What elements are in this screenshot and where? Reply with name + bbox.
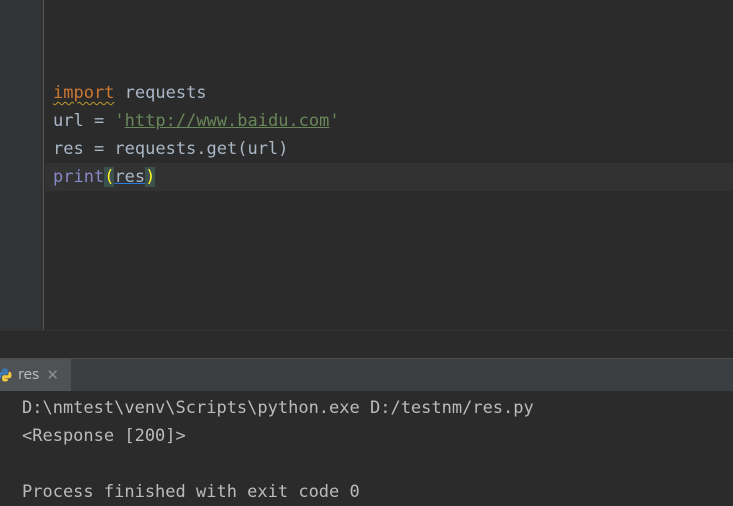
url-link[interactable]: http://www.baidu.com [125, 111, 330, 131]
paren-close: ) [145, 167, 156, 187]
code-editor[interactable]: import requests url = 'http://www.baidu.… [0, 0, 733, 330]
run-console-output[interactable]: D:\nmtest\venv\Scripts\python.exe D:/tes… [0, 391, 733, 502]
code-line-2[interactable]: url = 'http://www.baidu.com' [45, 107, 733, 135]
run-tab-label: res [18, 367, 40, 383]
console-line-exit: Process finished with exit code 0 [22, 482, 360, 502]
editor-gutter [0, 0, 44, 330]
paren-open: ( [104, 167, 115, 187]
keyword-import: import [53, 83, 115, 103]
run-tool-window-header: res ✕ [0, 358, 733, 391]
assignment-url: url = [53, 111, 115, 131]
panel-splitter[interactable] [0, 330, 733, 358]
string-quote-open: ' [114, 111, 125, 131]
python-icon [0, 368, 12, 382]
console-line-output: <Response [200]> [22, 426, 186, 446]
code-line-3[interactable]: res = requests.get(url) [45, 135, 733, 163]
arg-res: res [114, 167, 146, 187]
string-quote-close: ' [329, 111, 340, 131]
run-tab-res[interactable]: res ✕ [0, 359, 71, 391]
console-line-command: D:\nmtest\venv\Scripts\python.exe D:/tes… [22, 398, 534, 418]
code-line-4[interactable]: print(res) [45, 163, 733, 191]
close-icon[interactable]: ✕ [46, 366, 59, 384]
requests-get-call: res = requests.get(url) [53, 139, 289, 159]
module-name: requests [114, 83, 207, 103]
builtin-print: print [53, 167, 105, 187]
code-area[interactable]: import requests url = 'http://www.baidu.… [45, 79, 733, 191]
code-line-1[interactable]: import requests [45, 79, 733, 107]
